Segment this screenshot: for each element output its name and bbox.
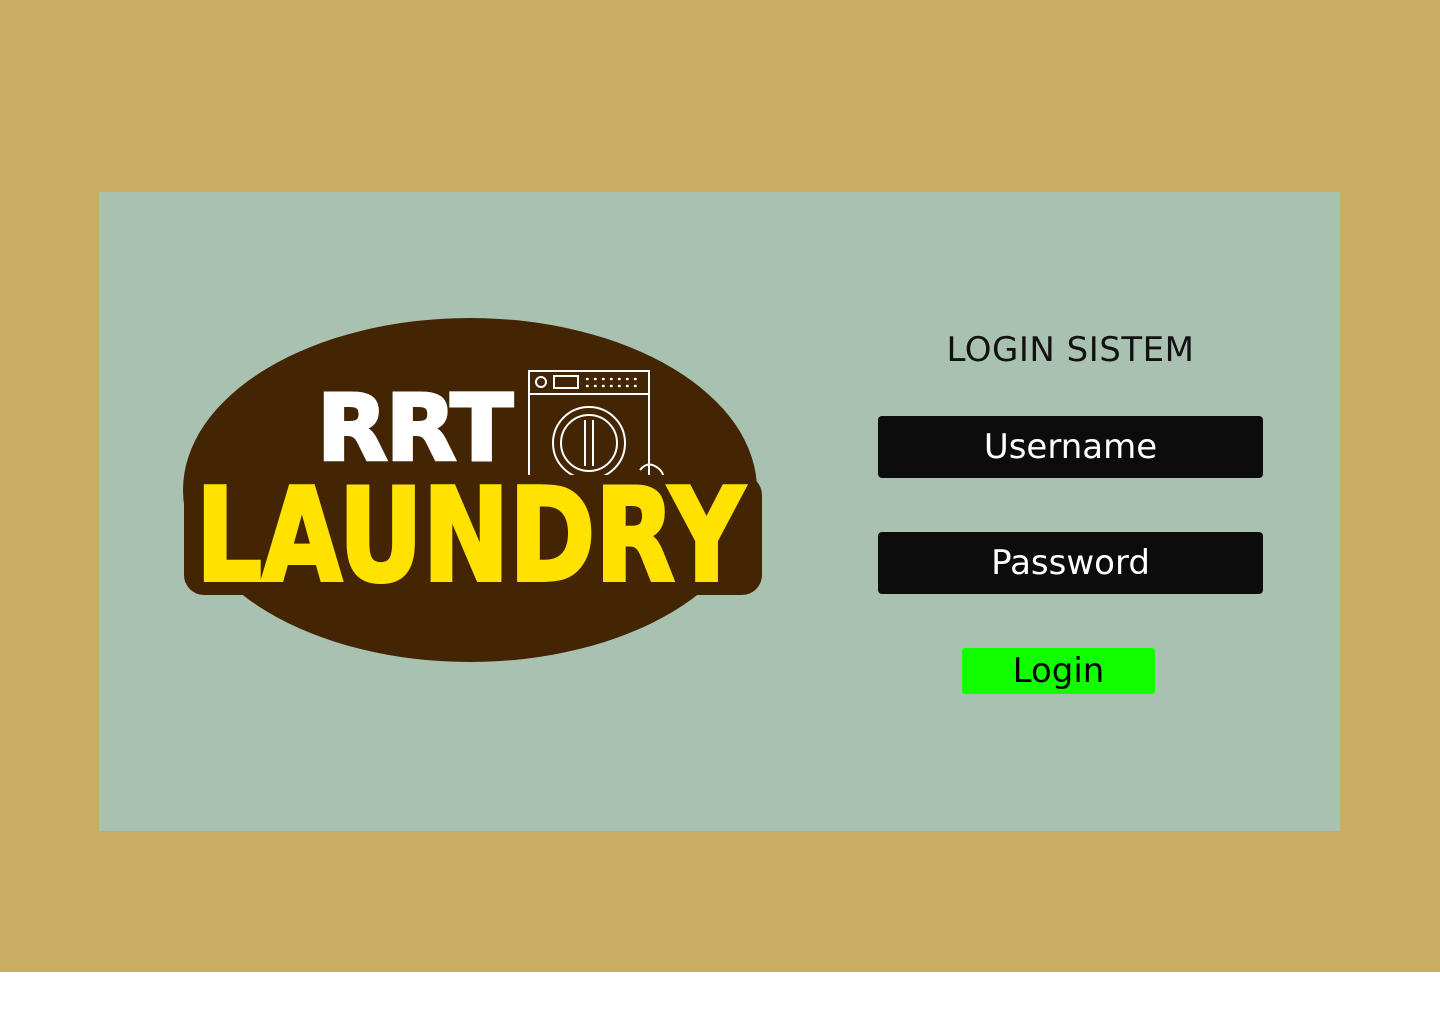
logo-line-2: LAUNDRY bbox=[196, 462, 745, 611]
username-input[interactable] bbox=[878, 416, 1263, 478]
login-button[interactable]: Login bbox=[962, 648, 1155, 694]
rrt-laundry-logo: RRT LAUNDRY bbox=[180, 310, 765, 670]
password-input[interactable] bbox=[878, 532, 1263, 594]
login-title: LOGIN SISTEM bbox=[946, 330, 1195, 370]
